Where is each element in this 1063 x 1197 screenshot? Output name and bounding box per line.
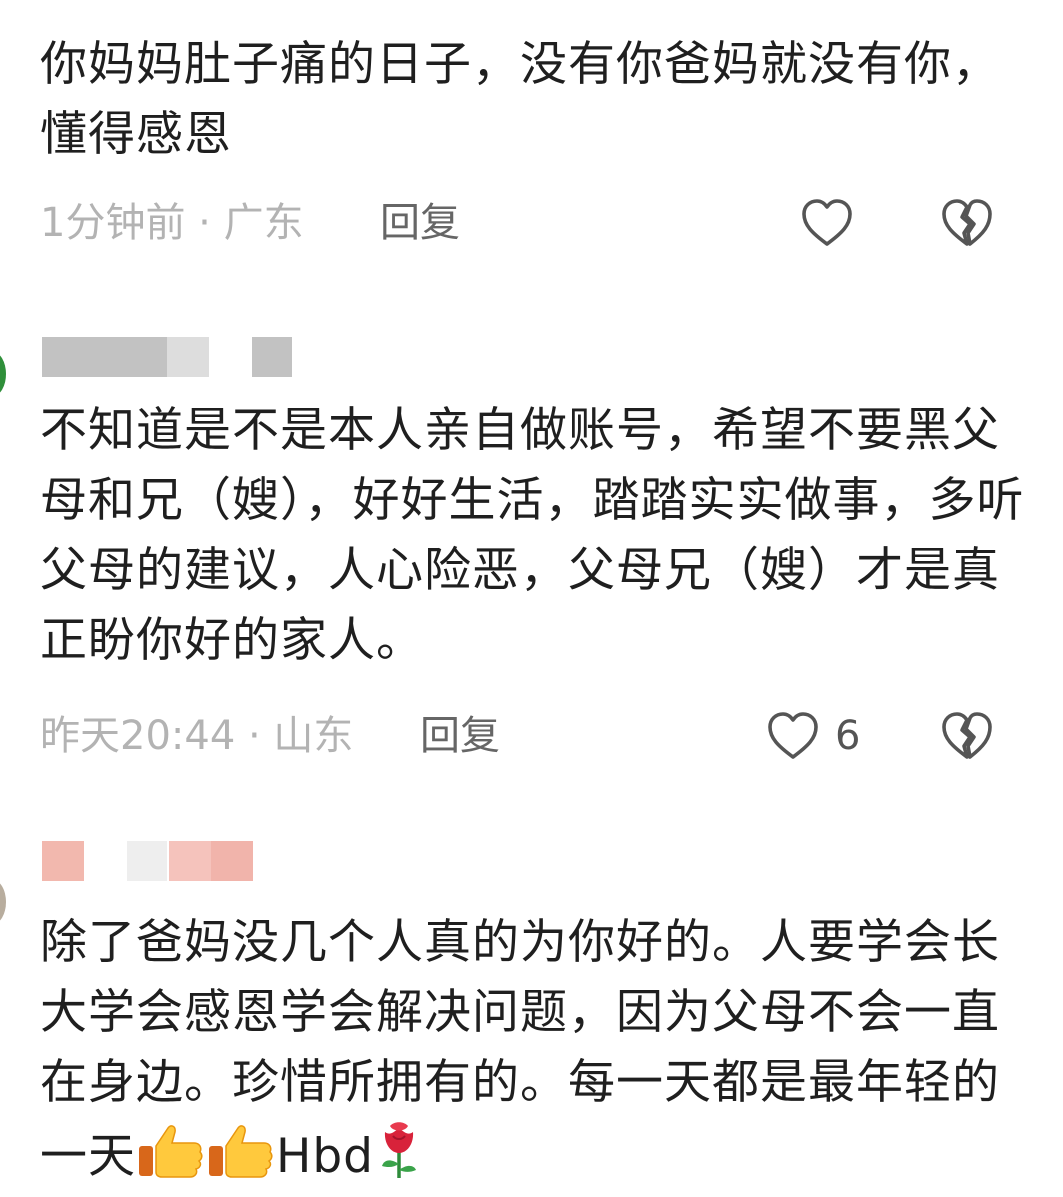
username-blurred[interactable] bbox=[42, 841, 302, 881]
heart-icon[interactable] bbox=[800, 197, 854, 249]
thumbs-up-icon bbox=[139, 1125, 203, 1178]
comment-meta: 1分钟前 · 广东 回复 bbox=[40, 193, 1040, 253]
comment-text: 你妈妈肚子痛的日子，没有你爸妈就没有你，懂得感恩 bbox=[40, 37, 1000, 162]
heart-icon[interactable] bbox=[766, 710, 820, 762]
rose-icon bbox=[382, 1122, 417, 1178]
blur-block bbox=[167, 337, 209, 377]
blur-block bbox=[252, 337, 292, 377]
reply-button[interactable]: 回复 bbox=[380, 193, 460, 253]
comment-time-location: 昨天20:44 · 山东 bbox=[40, 713, 354, 759]
username-blurred[interactable] bbox=[42, 337, 302, 377]
blur-block bbox=[42, 841, 84, 881]
avatar[interactable] bbox=[0, 352, 6, 396]
blur-block bbox=[127, 841, 167, 881]
comment-time-location: 1分钟前 · 广东 bbox=[40, 200, 304, 246]
comment-meta: 昨天20:44 · 山东 回复 6 bbox=[40, 706, 1040, 766]
comment-text-suffix: Hbd bbox=[276, 1129, 375, 1184]
reply-button[interactable]: 回复 bbox=[420, 706, 500, 766]
like-count: 6 bbox=[835, 713, 861, 759]
blur-block bbox=[211, 841, 253, 881]
thumbs-up-icon bbox=[209, 1125, 273, 1178]
avatar[interactable] bbox=[0, 880, 6, 924]
comment-text: 不知道是不是本人亲自做账号，希望不要黑父母和兄（嫂），好好生活，踏踏实实做事，多… bbox=[40, 403, 1025, 668]
comment-text: 除了爸妈没几个人真的为你好的。人要学会长大学会感恩学会解决问题，因为父母不会一直… bbox=[40, 908, 1030, 1192]
broken-heart-icon[interactable] bbox=[940, 710, 994, 762]
blur-block bbox=[42, 337, 167, 377]
broken-heart-icon[interactable] bbox=[940, 197, 994, 249]
blur-block bbox=[169, 841, 211, 881]
